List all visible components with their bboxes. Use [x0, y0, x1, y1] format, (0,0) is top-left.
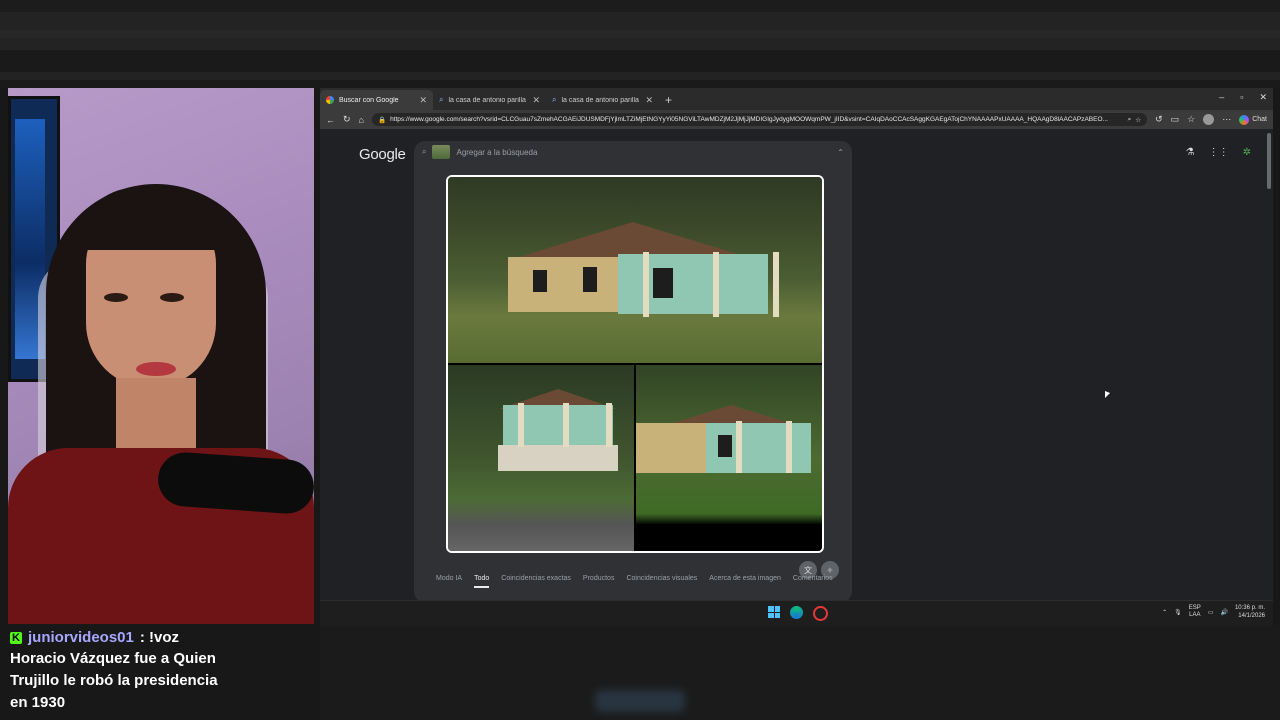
kick-logo-icon: K	[10, 631, 22, 644]
tab-coincidencias-exactas[interactable]: Coincidencias exactas	[501, 575, 571, 582]
tab-productos[interactable]: Productos	[583, 575, 615, 582]
tab-modo-ia[interactable]: Modo IA	[436, 575, 462, 582]
eye	[104, 293, 128, 302]
image-preview-panel: 文 ✧	[414, 163, 852, 600]
close-icon[interactable]: ✕	[645, 95, 653, 106]
image-thumbnail[interactable]	[432, 145, 451, 159]
tab-coincidencias-visuales[interactable]: Coincidencias visuales	[626, 575, 697, 582]
tab-comentarios[interactable]: Comentarios	[793, 575, 833, 582]
favorites-icon[interactable]: ☆	[1187, 114, 1195, 125]
chat-username: juniorvideos01	[28, 629, 134, 646]
labs-flask-icon[interactable]: ⚗	[1186, 147, 1195, 158]
account-avatar-icon[interactable]: ✲	[1243, 147, 1251, 158]
window-controls: – ▫ ✕	[1219, 92, 1267, 103]
restore-button[interactable]: ▫	[1240, 92, 1243, 103]
chat-message: Horacio Vázquez fue a Quien Trujillo le …	[10, 650, 218, 711]
clock-date: 14/1/2026	[1238, 613, 1265, 619]
chevron-up-icon[interactable]: ⌃	[837, 148, 844, 157]
window-close-button[interactable]: ✕	[1259, 92, 1267, 103]
mouse-cursor-icon	[1105, 391, 1110, 398]
copilot-icon	[1239, 114, 1250, 125]
chat-header: K juniorvideos01 : !voz	[10, 629, 310, 646]
clock-time: 10:36 p. m.	[1234, 605, 1265, 611]
language-indicator[interactable]: ESP LAA	[1189, 605, 1201, 619]
browser-toolbar: ← ↻ ⌂ 🔒 https://www.google.com/search?vs…	[320, 110, 1273, 129]
edge-browser-icon[interactable]	[790, 606, 803, 619]
copilot-chat-button[interactable]: Chat	[1239, 114, 1267, 125]
blurred-strip	[0, 72, 1280, 80]
back-icon[interactable]: ←	[326, 115, 335, 125]
photo-house-main	[448, 177, 822, 363]
chat-overlay: K juniorvideos01 : !voz Horacio Vázquez …	[10, 629, 310, 714]
split-screen-icon[interactable]: ▭	[1171, 114, 1180, 125]
language-code: ESP	[1188, 605, 1201, 611]
minimize-button[interactable]: –	[1219, 92, 1224, 103]
zoom-icon[interactable]: ⌕	[1128, 116, 1132, 124]
app-ring-icon[interactable]	[813, 606, 828, 621]
tab-label: la casa de antonio parilla antes de	[561, 96, 640, 104]
house	[488, 389, 628, 479]
clock[interactable]: 10:36 p. m. 14/1/2026	[1235, 604, 1265, 620]
lock-icon: 🔒	[377, 116, 387, 124]
tab-bar: Buscar con Google ✕ ⌕ la casa de antonio…	[320, 88, 1273, 110]
chat-command: : !voz	[139, 629, 180, 646]
streamer-lips	[136, 362, 176, 376]
google-logo[interactable]: Google	[359, 146, 406, 163]
tab-search-1[interactable]: ⌕ la casa de antonio parilla castillo ✕	[433, 90, 546, 110]
address-bar[interactable]: 🔒 https://www.google.com/search?vsrid=CL…	[371, 113, 1148, 126]
lens-search-box[interactable]: ⌕ Agregar a la búsqueda ⌃	[414, 141, 852, 163]
reload-icon[interactable]: ↻	[343, 114, 351, 125]
google-icon	[326, 96, 334, 104]
photo-house-garden	[636, 365, 822, 551]
volume-icon[interactable]: 🔊	[1220, 609, 1227, 616]
search-icon: ⌕	[422, 147, 427, 156]
tab-label: la casa de antonio parilla castillo	[448, 96, 527, 104]
microphone	[156, 450, 314, 516]
tab-buscar-con-google[interactable]: Buscar con Google ✕	[320, 90, 433, 110]
microphone-icon[interactable]: 🎙	[1174, 609, 1182, 616]
tab-search-2[interactable]: ⌕ la casa de antonio parilla antes de ✕	[546, 90, 659, 110]
windows-start-icon[interactable]	[768, 606, 780, 618]
network-icon[interactable]: ▭	[1208, 609, 1214, 616]
blurred-bottom-area	[320, 625, 1280, 720]
webcam-feed	[8, 88, 314, 624]
refresh-extension-icon[interactable]: ↺	[1155, 114, 1163, 125]
tab-acerca-de-esta-imagen[interactable]: Acerca de esta imagen	[709, 575, 781, 582]
search-icon: ⌕	[439, 95, 444, 104]
house	[478, 222, 788, 332]
close-icon[interactable]: ✕	[419, 95, 427, 106]
home-icon[interactable]: ⌂	[359, 115, 364, 125]
search-placeholder: Agregar a la búsqueda	[456, 147, 538, 157]
eye	[160, 293, 184, 302]
blurred-strip	[0, 30, 1280, 38]
browser-window: Buscar con Google ✕ ⌕ la casa de antonio…	[320, 88, 1273, 600]
tab-todo[interactable]: Todo	[474, 575, 490, 588]
close-icon[interactable]: ✕	[532, 95, 540, 106]
system-tray: ⌃ 🎙 ESP LAA ▭ 🔊 10:36 p. m. 14/1/2026	[1162, 604, 1265, 620]
page-scrollbar[interactable]	[1267, 133, 1271, 189]
tab-label: Buscar con Google	[339, 96, 399, 104]
keyboard-layout: LAA	[1189, 612, 1201, 618]
photo-house-road	[448, 365, 634, 551]
house	[636, 405, 822, 485]
uploaded-image[interactable]	[446, 175, 824, 553]
windows-taskbar: ⌃ 🎙 ESP LAA ▭ 🔊 10:36 p. m. 14/1/2026	[320, 600, 1273, 626]
url-text: https://www.google.com/search?vsrid=CLCG…	[390, 116, 1108, 123]
taskbar-apps	[768, 606, 828, 621]
new-tab-button[interactable]: +	[665, 93, 672, 107]
favorite-star-icon[interactable]: ☆	[1135, 116, 1141, 124]
chat-button-label: Chat	[1252, 116, 1267, 123]
header-actions: ⚗ ⋮⋮ ✲	[1186, 147, 1251, 158]
blurred-taskbar-blob	[595, 690, 685, 712]
more-menu-icon[interactable]: ⋯	[1222, 114, 1231, 125]
chevron-up-icon[interactable]: ⌃	[1162, 609, 1167, 616]
search-icon: ⌕	[552, 95, 557, 104]
google-lens-page: Google ⌕ Agregar a la búsqueda ⌃ ⚗ ⋮⋮ ✲	[320, 129, 1273, 600]
profile-avatar[interactable]	[1203, 114, 1215, 125]
apps-grid-icon[interactable]: ⋮⋮	[1209, 147, 1229, 158]
result-tabs: Modo IA Todo Coincidencias exactas Produ…	[436, 575, 833, 588]
